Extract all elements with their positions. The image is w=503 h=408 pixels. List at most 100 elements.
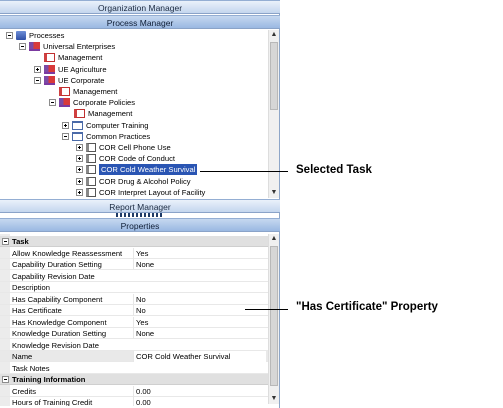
collapse-icon[interactable] bbox=[49, 99, 56, 107]
category-training-information[interactable]: Training Information bbox=[0, 374, 268, 385]
report-manager-header[interactable]: Report Manager bbox=[0, 199, 280, 213]
collapse-icon[interactable] bbox=[2, 376, 9, 383]
management-icon bbox=[74, 109, 85, 119]
organization-panel: Organization Manager Process Manager Pro… bbox=[0, 0, 280, 408]
collapse-icon[interactable] bbox=[19, 43, 26, 51]
property-name: Capability Duration Setting bbox=[12, 260, 102, 269]
tree-node[interactable]: COR Cell Phone Use bbox=[76, 142, 171, 153]
property-value[interactable]: No bbox=[133, 293, 266, 305]
expand-icon[interactable] bbox=[76, 155, 83, 163]
property-value[interactable]: No bbox=[133, 305, 266, 316]
tree-node-label[interactable]: Management bbox=[88, 108, 132, 119]
scroll-down-arrow-icon[interactable]: ▼ bbox=[269, 394, 279, 404]
processes-icon bbox=[16, 31, 26, 40]
tree-node-label[interactable]: COR Interpret Layout of Facility bbox=[99, 187, 205, 198]
management-icon bbox=[44, 53, 55, 63]
tree-node[interactable]: Management bbox=[49, 86, 117, 97]
tree-node-label[interactable]: COR Cold Weather Survival bbox=[99, 164, 198, 176]
tree-scrollbar[interactable]: ▲ ▼ bbox=[268, 30, 279, 198]
task-icon bbox=[86, 187, 96, 197]
scroll-up-arrow-icon[interactable]: ▲ bbox=[269, 30, 279, 40]
property-row[interactable]: Description bbox=[0, 282, 268, 293]
tree-node-label[interactable]: UE Corporate bbox=[58, 75, 104, 86]
property-row[interactable]: Has Knowledge Component Yes bbox=[0, 316, 268, 328]
task-icon bbox=[86, 165, 96, 175]
tree-node[interactable]: UE Agriculture bbox=[34, 64, 107, 75]
splitter-grip-icon[interactable] bbox=[116, 213, 164, 217]
scroll-thumb[interactable] bbox=[270, 42, 278, 110]
tree-node[interactable]: Computer Training bbox=[62, 120, 148, 131]
tree-node-label[interactable]: Management bbox=[58, 52, 102, 63]
property-value[interactable]: 0.00 bbox=[133, 385, 266, 397]
property-value[interactable]: None bbox=[133, 259, 266, 270]
tree-node[interactable]: Management bbox=[34, 52, 102, 63]
tree-node[interactable]: Universal Enterprises bbox=[19, 41, 115, 52]
tree-node[interactable]: UE Corporate bbox=[34, 75, 104, 86]
property-row[interactable]: Knowledge Duration Setting None bbox=[0, 328, 268, 339]
collapse-icon[interactable] bbox=[2, 238, 9, 245]
tree-node[interactable]: Management bbox=[64, 108, 132, 119]
tree-node[interactable]: Processes bbox=[6, 30, 64, 41]
property-name: Has Knowledge Component bbox=[12, 317, 107, 327]
property-row[interactable]: Has Certificate No bbox=[0, 305, 268, 316]
property-row[interactable]: Name COR Cold Weather Survival bbox=[0, 351, 268, 362]
tree-node[interactable]: Corporate Policies bbox=[49, 97, 135, 108]
property-row[interactable]: Credits 0.00 bbox=[0, 385, 268, 397]
tree-node[interactable]: Common Practices bbox=[62, 131, 150, 142]
has-certificate-callout: "Has Certificate" Property bbox=[296, 301, 438, 313]
property-row[interactable]: Has Capability Component No bbox=[0, 293, 268, 305]
tree-node-selected[interactable]: COR Cold Weather Survival bbox=[76, 164, 198, 176]
tree-node[interactable]: COR Code of Conduct bbox=[76, 153, 175, 164]
tree-node-label[interactable]: COR Drug & Alcohol Policy bbox=[99, 176, 191, 187]
property-row[interactable]: Allow Knowledge Reassessment Yes bbox=[0, 247, 268, 259]
expand-icon[interactable] bbox=[76, 177, 83, 185]
collapse-icon[interactable] bbox=[62, 132, 69, 140]
property-value[interactable]: COR Cold Weather Survival bbox=[133, 351, 266, 362]
property-name: Knowledge Duration Setting bbox=[12, 329, 107, 338]
property-name: Name bbox=[12, 352, 33, 361]
expand-icon[interactable] bbox=[76, 144, 83, 151]
tree-node-label[interactable]: Universal Enterprises bbox=[43, 41, 115, 52]
property-row[interactable]: Capability Revision Date bbox=[0, 271, 268, 282]
tree-node[interactable]: COR Drug & Alcohol Policy bbox=[76, 176, 191, 187]
tree-node-label[interactable]: Corporate Policies bbox=[73, 97, 135, 108]
property-value[interactable]: Yes bbox=[133, 247, 266, 259]
property-value[interactable]: None bbox=[133, 328, 266, 339]
tree-node-label[interactable]: Processes bbox=[29, 30, 64, 41]
property-name: Knowledge Revision Date bbox=[12, 340, 99, 350]
tree-node-label[interactable]: Management bbox=[73, 86, 117, 97]
property-value[interactable]: Yes bbox=[133, 316, 266, 328]
enterprise-icon bbox=[44, 75, 55, 85]
tree-node[interactable]: COR Interpret Layout of Facility bbox=[76, 187, 205, 198]
property-row[interactable]: Task Notes bbox=[0, 363, 268, 374]
expand-icon[interactable] bbox=[62, 121, 69, 129]
property-value[interactable]: 0.00 bbox=[133, 397, 266, 406]
property-name: Credits bbox=[12, 386, 37, 396]
tree-node-label[interactable]: Common Practices bbox=[86, 131, 150, 142]
properties-header[interactable]: Properties bbox=[0, 218, 280, 232]
scroll-up-arrow-icon[interactable]: ▲ bbox=[269, 234, 279, 244]
tree-node-label[interactable]: COR Cell Phone Use bbox=[99, 142, 171, 153]
collapse-icon[interactable] bbox=[34, 76, 41, 84]
property-row[interactable]: Hours of Training Credit 0.00 bbox=[0, 397, 268, 406]
expand-icon[interactable] bbox=[76, 188, 83, 196]
organization-manager-header[interactable]: Organization Manager bbox=[0, 0, 280, 14]
tree-node-label[interactable]: Computer Training bbox=[86, 120, 148, 131]
process-manager-header[interactable]: Process Manager bbox=[0, 15, 280, 29]
properties-scrollbar[interactable]: ▲ ▼ bbox=[268, 234, 279, 404]
property-row[interactable]: Knowledge Revision Date bbox=[0, 340, 268, 351]
folder-icon bbox=[72, 131, 83, 141]
tree-node-label[interactable]: UE Agriculture bbox=[58, 64, 107, 75]
scroll-thumb[interactable] bbox=[270, 246, 278, 386]
category-task[interactable]: Task bbox=[0, 236, 268, 247]
property-row[interactable]: Capability Duration Setting None bbox=[0, 259, 268, 270]
property-grid: Task Allow Knowledge Reassessment Yes Capab… bbox=[0, 234, 268, 406]
folder-icon bbox=[72, 120, 83, 130]
tree-node-label[interactable]: COR Code of Conduct bbox=[99, 153, 175, 164]
selected-task-callout: Selected Task bbox=[296, 164, 372, 176]
property-name: Description bbox=[12, 283, 50, 292]
expand-icon[interactable] bbox=[76, 166, 83, 174]
scroll-down-arrow-icon[interactable]: ▼ bbox=[269, 188, 279, 198]
expand-icon[interactable] bbox=[34, 65, 41, 73]
collapse-icon[interactable] bbox=[6, 32, 13, 39]
